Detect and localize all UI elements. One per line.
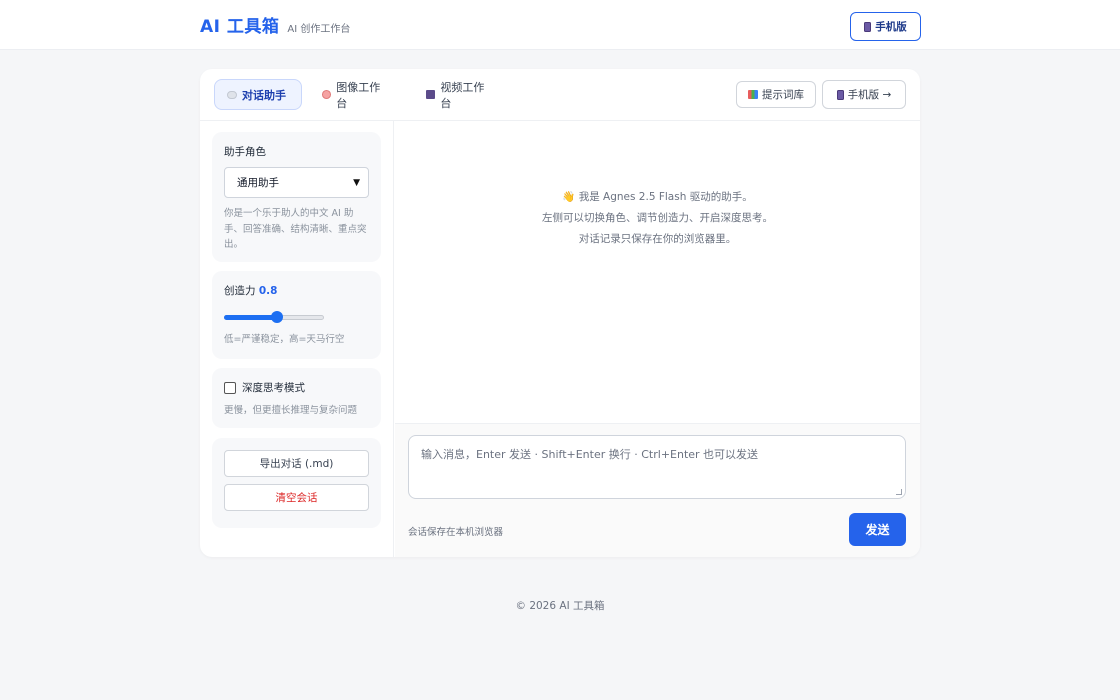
creativity-help: 低=严谨稳定，高=天马行空	[224, 334, 345, 345]
deep-think-label: 深度思考模式	[242, 382, 305, 394]
mobile-version-link-label: 手机版 →	[847, 89, 892, 101]
phone-icon	[864, 21, 872, 32]
prompt-library-button[interactable]: 提示词库	[736, 81, 816, 108]
resize-handle-icon[interactable]	[896, 489, 902, 495]
export-conversation-button[interactable]: 导出对话 (.md)	[224, 450, 369, 477]
tab-label: 对话助手	[242, 88, 286, 102]
mobile-version-button[interactable]: 手机版	[850, 12, 921, 41]
role-panel: 助手角色 通用助手 ▼ 你是一个乐于助人的中文 AI 助手、回答准确、结构清晰、…	[212, 132, 381, 262]
footer-copyright: © 2026 AI 工具箱	[515, 600, 605, 612]
welcome-line: 👋 我是 Agnes 2.5 Flash 驱动的助手。	[562, 191, 753, 203]
storage-note: 会话保存在本机浏览器	[408, 527, 504, 538]
chevron-down-icon: ▼	[353, 177, 360, 188]
slider-fill	[224, 315, 277, 320]
send-button[interactable]: 发送	[849, 513, 906, 546]
settings-sidebar: 助手角色 通用助手 ▼ 你是一个乐于助人的中文 AI 助手、回答准确、结构清晰、…	[200, 121, 394, 557]
speech-bubble-icon	[227, 90, 237, 99]
prompt-library-label: 提示词库	[762, 89, 804, 101]
app-subtitle: AI 创作工作台	[287, 24, 351, 35]
workspace-card: 对话助手 图像工作台 视频工作台 提示词库 手机版 → 助手角色 通用助手 ▼ …	[200, 69, 920, 557]
clear-session-button[interactable]: 清空会话	[224, 484, 369, 511]
composer: 输入消息，Enter 发送 · Shift+Enter 换行 · Ctrl+En…	[395, 423, 920, 557]
books-icon	[748, 90, 758, 99]
app-title: AI 工具箱	[200, 17, 280, 37]
role-select[interactable]: 通用助手 ▼	[224, 167, 369, 198]
creativity-slider[interactable]	[224, 310, 324, 324]
creativity-title: 创造力 0.8	[224, 283, 369, 298]
tab-image-workbench[interactable]: 图像工作台	[310, 79, 398, 110]
top-bar: AI 工具箱 AI 创作工作台 手机版	[0, 0, 1120, 50]
deep-think-panel: 深度思考模式 更慢，但更擅长推理与复杂问题	[212, 368, 381, 428]
creativity-label: 创造力	[224, 285, 256, 297]
deep-think-help: 更慢，但更擅长推理与复杂问题	[224, 405, 358, 416]
role-description: 你是一个乐于助人的中文 AI 助手、回答准确、结构清晰、重点突出。	[224, 208, 367, 250]
welcome-message: 👋 我是 Agnes 2.5 Flash 驱动的助手。 左侧可以切换角色、调节创…	[395, 187, 920, 250]
tab-label: 图像工作台	[336, 80, 381, 110]
welcome-line: 对话记录只保存在你的浏览器里。	[578, 233, 737, 245]
tab-bar: 对话助手 图像工作台 视频工作台 提示词库 手机版 →	[200, 69, 920, 121]
creativity-panel: 创造力 0.8 低=严谨稳定，高=天马行空	[212, 271, 381, 359]
deep-think-checkbox[interactable]	[224, 381, 236, 394]
creativity-value: 0.8	[258, 285, 278, 297]
deep-think-row: 深度思考模式	[224, 380, 369, 395]
palette-icon	[322, 90, 332, 99]
chat-messages-area: 👋 我是 Agnes 2.5 Flash 驱动的助手。 左侧可以切换角色、调节创…	[395, 121, 920, 423]
actions-panel: 导出对话 (.md) 清空会话	[212, 438, 381, 528]
mobile-version-label: 手机版	[875, 21, 907, 33]
film-icon	[426, 90, 436, 99]
phone-icon	[836, 89, 844, 100]
message-input[interactable]: 输入消息，Enter 发送 · Shift+Enter 换行 · Ctrl+En…	[408, 435, 906, 499]
tab-chat-assistant[interactable]: 对话助手	[214, 79, 302, 110]
tab-label: 视频工作台	[440, 80, 485, 110]
role-selected-value: 通用助手	[237, 177, 279, 189]
tab-video-workbench[interactable]: 视频工作台	[414, 79, 504, 110]
role-title: 助手角色	[224, 146, 266, 158]
welcome-line: 左侧可以切换角色、调节创造力、开启深度思考。	[542, 212, 773, 224]
brand: AI 工具箱 AI 创作工作台	[200, 12, 350, 37]
mobile-version-link-button[interactable]: 手机版 →	[822, 80, 906, 109]
slider-thumb[interactable]	[271, 311, 283, 323]
